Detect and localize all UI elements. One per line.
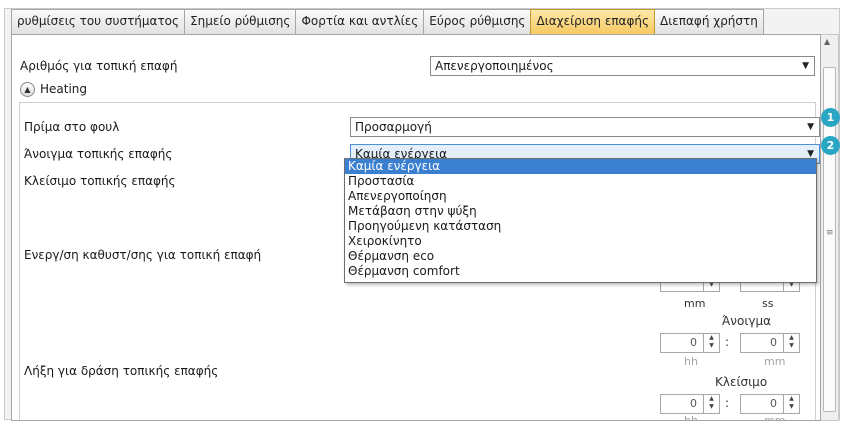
floor-bonus-label: Πρίμα στο φουλ	[24, 120, 120, 134]
chevron-up-icon[interactable]: ▲	[20, 81, 35, 97]
expiry-close-label: Κλείσιμο	[715, 375, 768, 389]
local-contact-number-label: Αριθμός για τοπική επαφή	[20, 59, 178, 73]
expiry-open-mm-unit: mm	[764, 355, 786, 368]
delay-activation-label: Ενεργ/ση καθυστ/σης για τοπική επαφή	[24, 248, 262, 262]
contact-open-dropdown-list: Καμία ενέργεια Προστασία Απενεργοποίηση …	[344, 158, 817, 283]
expiry-open-mm-value: 0	[770, 336, 777, 349]
dropdown-option[interactable]: Θέρμανση eco	[345, 249, 816, 264]
expiry-open-label: Άνοιγμα	[722, 314, 772, 328]
contact-open-label: Άνοιγμα τοπικής επαφής	[24, 147, 173, 161]
tab-user-interface[interactable]: Διεπαφή χρήστη	[654, 9, 764, 34]
delay-ss-unit: ss	[762, 297, 774, 310]
delay-mm-unit: mm	[684, 297, 706, 310]
tab-control-range[interactable]: Εύρος ρύθμισης	[423, 9, 532, 34]
expiry-open-hh-value: 0	[690, 336, 697, 349]
spinner-arrows-icon[interactable]: ▲▼	[703, 334, 719, 352]
tab-setpoint[interactable]: Σημείο ρύθμισης	[184, 9, 297, 34]
dropdown-option[interactable]: Καμία ενέργεια	[345, 159, 816, 174]
expiry-open-mm-spinner[interactable]: 0 ▲ ▼	[740, 333, 800, 353]
local-contact-number-select[interactable]: Απενεργοποιημένος ▼	[430, 56, 815, 76]
tab-system-settings[interactable]: ρυθμίσεις του συστήματος	[11, 9, 186, 34]
expiry-open-hh-spinner[interactable]: 0 ▲ ▼	[660, 333, 720, 353]
floor-bonus-select[interactable]: Προσαρμογή ▼	[350, 117, 820, 137]
callout-badge-2: 2	[821, 136, 840, 155]
dropdown-option[interactable]: Απενεργοποίηση	[345, 189, 816, 204]
tab-contact-management[interactable]: Διαχείριση επαφής	[530, 9, 656, 34]
expiry-close-hh-value: 0	[690, 397, 697, 410]
expiry-close-mm-unit: mm	[764, 414, 786, 421]
chevron-down-icon: ▼	[802, 61, 809, 71]
floor-bonus-value: Προσαρμογή	[355, 120, 432, 134]
tab-strip: ρυθμίσεις του συστήματος Σημείο ρύθμισης…	[11, 9, 764, 34]
heating-section-header[interactable]: ▲ Heating	[20, 79, 87, 99]
expiry-close-mm-value: 0	[770, 397, 777, 410]
time-separator: :	[725, 396, 730, 410]
dropdown-option[interactable]: Θέρμανση comfort	[345, 264, 816, 279]
dropdown-option[interactable]: Προστασία	[345, 174, 816, 189]
spinner-arrows-icon[interactable]: ▲▼	[783, 334, 799, 352]
dropdown-option[interactable]: Χειροκίνητο	[345, 234, 816, 249]
callout-badge-1: 1	[821, 108, 840, 127]
time-separator: :	[725, 335, 730, 349]
tab-loads-pumps[interactable]: Φορτία και αντλίες	[295, 9, 425, 34]
spinner-arrows-icon[interactable]: ▲▼	[783, 395, 799, 413]
expiry-open-hh-unit: hh	[684, 355, 698, 368]
grip-icon: ≡	[826, 228, 834, 238]
expiry-close-mm-spinner[interactable]: 0 ▲ ▼	[740, 394, 800, 414]
chevron-down-icon: ▼	[807, 122, 814, 132]
dropdown-option[interactable]: Μετάβαση στην ψύξη	[345, 204, 816, 219]
section-title: Heating	[40, 82, 88, 96]
expiry-close-hh-spinner[interactable]: 0 ▲ ▼	[660, 394, 720, 414]
scroll-up-icon[interactable]: ▲	[824, 37, 830, 46]
dropdown-option[interactable]: Προηγούμενη κατάσταση	[345, 219, 816, 234]
expiry-close-hh-unit: hh	[684, 414, 698, 421]
action-expiry-label: Λήξη για δράση τοπικής επαφής	[24, 364, 219, 378]
vertical-scrollbar[interactable]: ▲ ≡	[821, 34, 839, 421]
spinner-arrows-icon[interactable]: ▲▼	[703, 395, 719, 413]
contact-close-label: Κλείσιμο τοπικής επαφής	[24, 174, 176, 188]
local-contact-number-value: Απενεργοποιημένος	[435, 59, 554, 73]
